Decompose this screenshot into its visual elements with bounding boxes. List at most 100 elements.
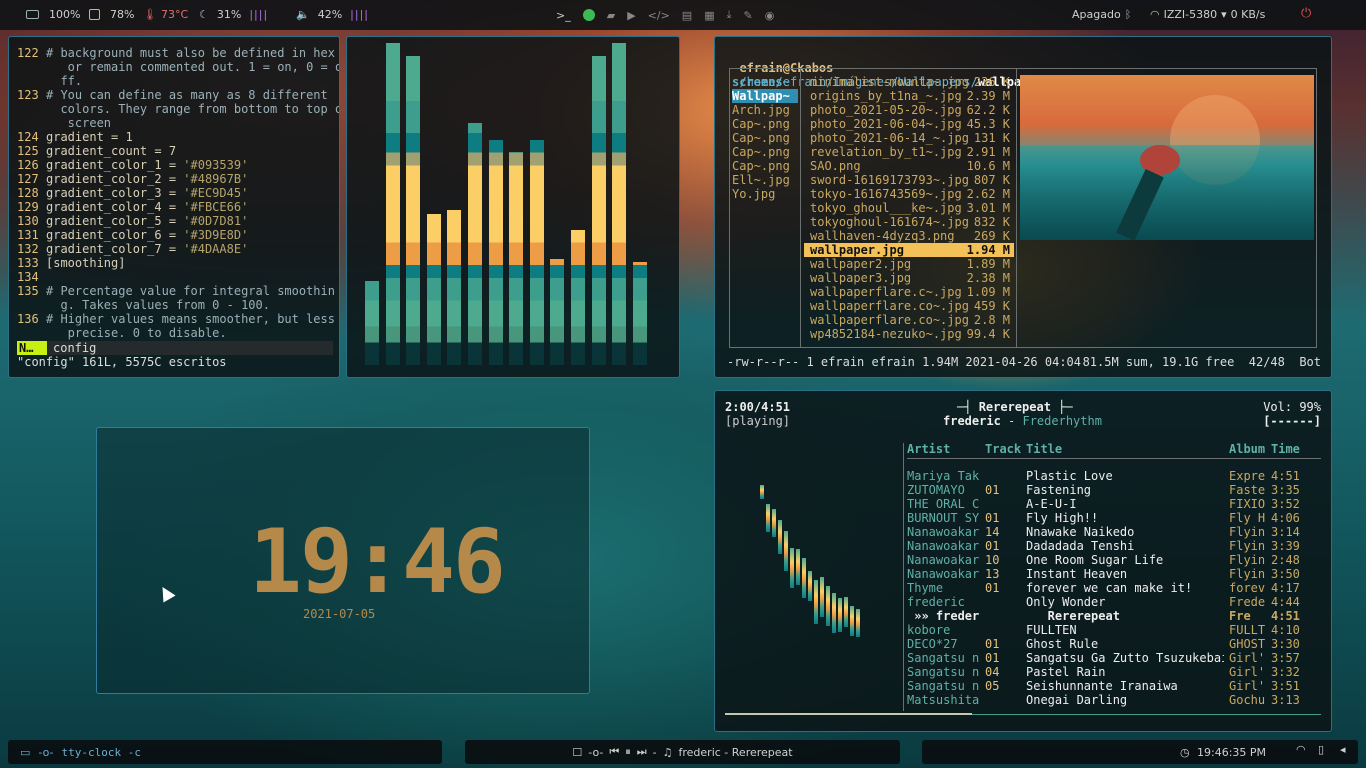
playlist-title[interactable]: Ghost Rule bbox=[1026, 637, 1224, 651]
file-name[interactable]: tokyo_ghoul___ke~.jpg bbox=[810, 201, 962, 215]
playlist-artist[interactable]: Sangatsu n bbox=[907, 651, 979, 665]
terminal-icon[interactable]: >_ bbox=[556, 9, 571, 22]
parent-dir-item[interactable]: Yo.jpg bbox=[732, 187, 798, 201]
parent-dir-item[interactable]: Cap~.png bbox=[732, 145, 798, 159]
playlist-artist[interactable]: Matsushita bbox=[907, 693, 979, 707]
playlist-title[interactable]: Sangatsu Ga Zutto Tsuzukebai bbox=[1026, 651, 1224, 665]
download-icon[interactable]: ⤓ bbox=[727, 8, 732, 22]
playlist-title[interactable]: Rererepeat bbox=[1026, 609, 1224, 623]
file-name[interactable]: tokyo-1616743569~.jpg bbox=[810, 187, 962, 201]
playlist-title[interactable]: FULLTEN bbox=[1026, 623, 1224, 637]
cpu-widget[interactable]: 78% bbox=[89, 8, 134, 21]
playlist-artist[interactable]: Mariya Tak bbox=[907, 469, 979, 483]
playlist-title[interactable]: A-E-U-I bbox=[1026, 497, 1224, 511]
file-name[interactable]: wallpaperflare.c~.jpg bbox=[810, 285, 962, 299]
file-icon[interactable]: ▤ bbox=[682, 9, 692, 22]
file-name[interactable]: wallpaper3.jpg bbox=[810, 271, 911, 285]
wrench-icon[interactable]: ✎ bbox=[743, 9, 752, 22]
playlist-artist[interactable]: BURNOUT SY bbox=[907, 511, 979, 525]
file-name[interactable]: wallhaven-4dyzq3.png bbox=[810, 229, 955, 243]
file-name[interactable]: sword-16169173793~.jpg bbox=[810, 173, 969, 187]
header-track[interactable]: Track bbox=[985, 442, 1021, 456]
file-manager[interactable]: efrain@Ckabos /home/efrain/Imágenes/Wall… bbox=[714, 36, 1332, 378]
network-widget[interactable]: ◠ IZZI-5380 ▾ 0 KB/s bbox=[1150, 8, 1265, 21]
playlist-artist[interactable]: DECO*27 bbox=[907, 637, 979, 651]
stop-icon[interactable]: ☐ bbox=[572, 746, 582, 759]
file-name[interactable]: wp4852184-nezuko~.jpg bbox=[810, 327, 962, 341]
previous-icon[interactable]: ⏮ bbox=[609, 745, 619, 759]
wifi-tray-icon[interactable]: ◠ bbox=[1296, 743, 1306, 756]
bluetooth-widget[interactable]: Apagado ᛒ bbox=[1072, 8, 1131, 21]
code-icon[interactable]: </> bbox=[648, 9, 670, 22]
gamepad-icon[interactable]: ◉ bbox=[765, 9, 775, 22]
parent-dir-item[interactable]: Arch.jpg bbox=[732, 103, 798, 117]
volume-tray-icon[interactable]: ◂ bbox=[1340, 743, 1346, 756]
playlist-artist[interactable]: Nanawoakar bbox=[907, 539, 979, 553]
playlist-title[interactable]: Plastic Love bbox=[1026, 469, 1224, 483]
clock-terminal[interactable]: 19:46 2021-07-05 bbox=[96, 427, 590, 694]
playlist-artist[interactable]: frederic bbox=[907, 595, 979, 609]
header-title[interactable]: Title bbox=[1026, 442, 1062, 456]
play-icon[interactable]: ▶ bbox=[627, 9, 635, 22]
playlist-title[interactable]: Fly High!! bbox=[1026, 511, 1224, 525]
parent-dir-item[interactable]: Ell~.jpg bbox=[732, 173, 798, 187]
parent-dir-item[interactable]: Wallpap~ bbox=[732, 89, 798, 103]
header-artist[interactable]: Artist bbox=[907, 442, 950, 456]
playlist-artist[interactable]: Sangatsu n bbox=[907, 679, 979, 693]
file-name[interactable]: tokyoghoul-161674~.jpg bbox=[810, 215, 969, 229]
playlist-title[interactable]: Dadadada Tenshi bbox=[1026, 539, 1224, 553]
spotify-icon[interactable] bbox=[582, 9, 595, 21]
bar-clock[interactable]: 19:46:35 PM bbox=[1197, 746, 1266, 759]
file-name[interactable]: minimalist-mounta~.jpg bbox=[810, 75, 969, 89]
file-name[interactable]: wallpaperflare.co~.jpg bbox=[810, 299, 969, 313]
playlist-artist[interactable]: ZUTOMAYO bbox=[907, 483, 979, 497]
playlist-artist[interactable]: Nanawoakar bbox=[907, 553, 979, 567]
file-name[interactable]: wallpaper2.jpg bbox=[810, 257, 911, 271]
playlist-artist[interactable]: kobore bbox=[907, 623, 979, 637]
playlist-title[interactable]: Pastel Rain bbox=[1026, 665, 1224, 679]
file-name[interactable]: wallpaperflare.co~.jpg bbox=[810, 313, 969, 327]
playlist-artist[interactable]: »» frederic bbox=[907, 609, 979, 623]
temp-widget[interactable]: 🌡 73°C bbox=[143, 8, 188, 21]
playlist-artist[interactable]: Nanawoakar bbox=[907, 567, 979, 581]
playlist-artist[interactable]: Nanawoakar bbox=[907, 525, 979, 539]
file-name[interactable]: photo_2021-06-14_~.jpg bbox=[810, 131, 969, 145]
playlist-title[interactable]: Fastening bbox=[1026, 483, 1224, 497]
playlist-title[interactable]: Only Wonder bbox=[1026, 595, 1224, 609]
playlist-artist[interactable]: Thyme bbox=[907, 581, 979, 595]
parent-dir-item[interactable]: Cap~.png bbox=[732, 159, 798, 173]
file-size: 2.62 M bbox=[966, 187, 1010, 201]
power-icon[interactable]: ⏻ bbox=[1301, 6, 1311, 21]
line-number: 134 bbox=[17, 270, 39, 284]
battery-widget[interactable]: 100% bbox=[26, 8, 80, 21]
file-name[interactable]: origins_by_t1na_~.jpg bbox=[810, 89, 962, 103]
file-name[interactable]: SAO.png bbox=[810, 159, 861, 173]
parent-dir-item[interactable]: Cap~.png bbox=[732, 131, 798, 145]
file-name[interactable]: wallpaper.jpg bbox=[810, 243, 904, 257]
header-time[interactable]: Time bbox=[1271, 442, 1300, 456]
playlist-title[interactable]: Nnawake Naikedo bbox=[1026, 525, 1224, 539]
editor-terminal[interactable]: 122 # background must also be defined in … bbox=[8, 36, 340, 378]
file-name[interactable]: photo_2021-05-20~.jpg bbox=[810, 103, 962, 117]
header-album[interactable]: Album bbox=[1229, 442, 1265, 456]
pause-icon[interactable]: ⏸ bbox=[625, 745, 631, 759]
next-icon[interactable]: ⏭ bbox=[637, 745, 647, 759]
playlist-title[interactable]: Seishunnante Iranaiwa bbox=[1026, 679, 1224, 693]
playlist-artist[interactable]: Sangatsu n bbox=[907, 665, 979, 679]
volume-widget[interactable]: 🔈 42% |||| bbox=[296, 8, 369, 21]
active-window-title[interactable]: tty-clock -c bbox=[61, 746, 140, 759]
document-icon[interactable]: ▦ bbox=[704, 9, 714, 22]
playlist-title[interactable]: Onegai Darling bbox=[1026, 693, 1224, 707]
file-name[interactable]: revelation_by_t1~.jpg bbox=[810, 145, 962, 159]
playlist-title[interactable]: Instant Heaven bbox=[1026, 567, 1224, 581]
parent-dir-item[interactable]: screens~ bbox=[732, 75, 798, 89]
folder-icon[interactable]: ▰ bbox=[607, 9, 615, 22]
music-player[interactable]: 2:00/4:51 [playing] ─┤ Rererepeat ├─ fre… bbox=[714, 390, 1332, 732]
battery-tray-icon[interactable]: ▯ bbox=[1318, 743, 1324, 756]
playlist-title[interactable]: One Room Sugar Life bbox=[1026, 553, 1224, 567]
parent-dir-item[interactable]: Cap~.png bbox=[732, 117, 798, 131]
memory-widget[interactable]: ☾ 31% |||| bbox=[199, 8, 268, 21]
playlist-artist[interactable]: THE ORAL C bbox=[907, 497, 979, 511]
file-name[interactable]: photo_2021-06-04~.jpg bbox=[810, 117, 962, 131]
playlist-title[interactable]: forever we can make it! bbox=[1026, 581, 1224, 595]
